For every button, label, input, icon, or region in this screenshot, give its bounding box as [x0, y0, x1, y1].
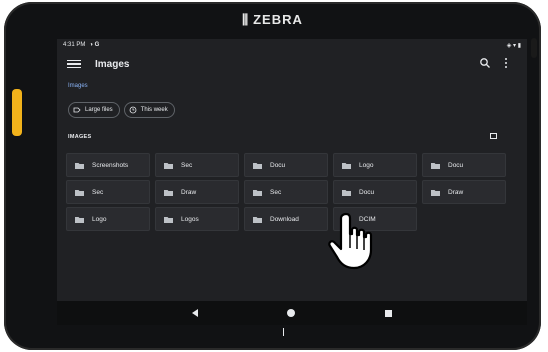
side-scan-button [12, 89, 22, 136]
status-bar: 4:31 PM ◑ G ◈ ▾ ▮ [57, 39, 527, 51]
folder-name: Screenshots [92, 161, 129, 169]
filter-chips: Large files This week [68, 102, 175, 118]
folder-name: Docu [448, 161, 464, 169]
folder-item[interactable]: Docu [244, 153, 328, 177]
folder-icon [164, 216, 173, 223]
chip-large-files[interactable]: Large files [68, 102, 120, 118]
tablet-device: ⫼ ZEBRA 4:31 PM ◑ G ◈ ▾ ▮ Images Images L… [4, 2, 541, 350]
folder-name: Draw [181, 188, 197, 196]
folder-name: Sec [181, 161, 193, 169]
folder-icon [342, 162, 351, 169]
screen: 4:31 PM ◑ G ◈ ▾ ▮ Images Images Large fi… [57, 39, 527, 325]
folder-icon [75, 162, 84, 169]
folder-item[interactable]: Sec [66, 180, 150, 204]
folder-name: Docu [359, 188, 375, 196]
zebra-logo: ⫼ ZEBRA [242, 12, 303, 27]
list-view-icon[interactable] [490, 133, 497, 139]
search-icon[interactable] [479, 57, 491, 69]
folder-item[interactable]: Download [244, 207, 328, 231]
menu-icon[interactable] [67, 57, 81, 71]
chip-label: Large files [85, 107, 113, 113]
folder-item[interactable]: Docu [422, 153, 506, 177]
folder-item[interactable]: Logo [66, 207, 150, 231]
home-indicator [283, 328, 284, 336]
folder-icon [431, 162, 440, 169]
folder-item[interactable]: Logo [333, 153, 417, 177]
folder-name: Logo [92, 215, 107, 223]
folder-icon [164, 162, 173, 169]
folder-icon [253, 162, 262, 169]
home-icon[interactable] [287, 309, 296, 317]
folder-icon [253, 189, 262, 196]
system-nav-bar [57, 301, 527, 325]
chip-label: This week [140, 107, 168, 113]
folder-item[interactable]: Logos [155, 207, 239, 231]
chip-this-week[interactable]: This week [123, 102, 175, 118]
label-icon [73, 107, 81, 113]
page-title: Images [95, 58, 130, 70]
folder-name: Sec [92, 188, 104, 196]
clock-icon [129, 106, 137, 114]
breadcrumb[interactable]: Images [68, 83, 88, 89]
side-power-button [531, 38, 537, 58]
recents-icon[interactable] [385, 309, 393, 317]
folder-name: Logos [181, 215, 199, 223]
folder-icon [431, 189, 440, 196]
folder-item[interactable]: Sec [155, 153, 239, 177]
folder-name: Docu [270, 161, 286, 169]
folder-icon [342, 189, 351, 196]
section-title: IMAGES [68, 134, 92, 140]
folder-item[interactable]: Sec [244, 180, 328, 204]
folder-item[interactable]: Draw [155, 180, 239, 204]
more-options-icon[interactable] [503, 57, 509, 69]
folder-name: Sec [270, 188, 282, 196]
pointing-hand-icon [328, 212, 373, 270]
folder-name: Draw [448, 188, 464, 196]
folder-item[interactable]: Screenshots [66, 153, 150, 177]
folder-name: Download [270, 215, 299, 223]
folder-item[interactable]: Docu [333, 180, 417, 204]
folder-grid: Screenshots Sec Docu Logo Docu Sec Draw … [66, 153, 508, 231]
status-system-icons: ◈ ▾ ▮ [506, 42, 521, 49]
folder-icon [75, 216, 84, 223]
folder-name: Logo [359, 161, 374, 169]
folder-item[interactable]: Draw [422, 180, 506, 204]
status-notification-icons: ◑ G [89, 42, 100, 48]
back-icon[interactable] [191, 309, 198, 317]
app-bar: Images [57, 53, 527, 75]
status-time: 4:31 PM [63, 42, 86, 48]
folder-icon [253, 216, 262, 223]
folder-icon [164, 189, 173, 196]
folder-icon [75, 189, 84, 196]
